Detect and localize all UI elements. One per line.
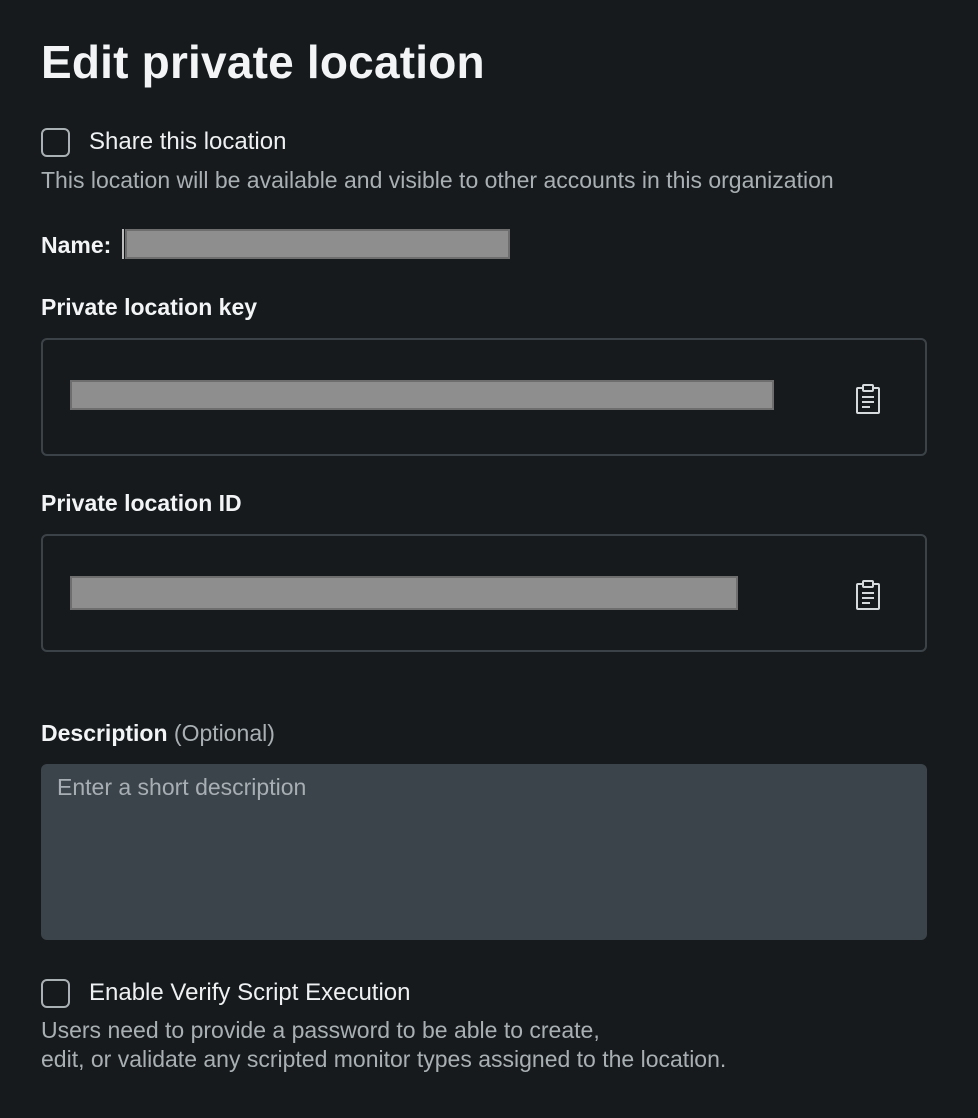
verify-script-help-line2: edit, or validate any scripted monitor t… bbox=[41, 1046, 727, 1072]
name-value-marker bbox=[122, 229, 124, 259]
description-textarea[interactable] bbox=[41, 764, 927, 940]
private-location-key-value-redacted bbox=[70, 380, 774, 410]
verify-script-label[interactable]: Enable Verify Script Execution bbox=[89, 978, 411, 1008]
clipboard-icon[interactable] bbox=[855, 383, 881, 415]
private-location-id-box bbox=[41, 534, 927, 652]
clipboard-icon[interactable] bbox=[855, 579, 881, 611]
private-location-key-box bbox=[41, 338, 927, 456]
verify-script-help-line1: Users need to provide a password to be a… bbox=[41, 1017, 600, 1043]
private-location-id-value-redacted bbox=[70, 576, 738, 610]
name-value-redacted bbox=[125, 229, 510, 259]
share-location-row: Share this location bbox=[41, 127, 286, 157]
private-location-key-label: Private location key bbox=[41, 294, 258, 320]
share-location-label[interactable]: Share this location bbox=[89, 127, 286, 157]
description-optional-tag: (Optional) bbox=[173, 720, 275, 746]
verify-script-checkbox[interactable] bbox=[41, 978, 70, 1008]
verify-script-row: Enable Verify Script Execution bbox=[41, 978, 411, 1008]
description-label-text: Description bbox=[41, 720, 168, 746]
name-label: Name: bbox=[41, 232, 112, 258]
share-location-help: This location will be available and visi… bbox=[41, 167, 834, 193]
private-location-id-label: Private location ID bbox=[41, 490, 242, 516]
share-location-checkbox[interactable] bbox=[41, 127, 70, 157]
page-title: Edit private location bbox=[41, 36, 485, 88]
description-label: Description (Optional) bbox=[41, 718, 275, 748]
edit-private-location-page: Edit private location Share this locatio… bbox=[0, 0, 978, 1118]
